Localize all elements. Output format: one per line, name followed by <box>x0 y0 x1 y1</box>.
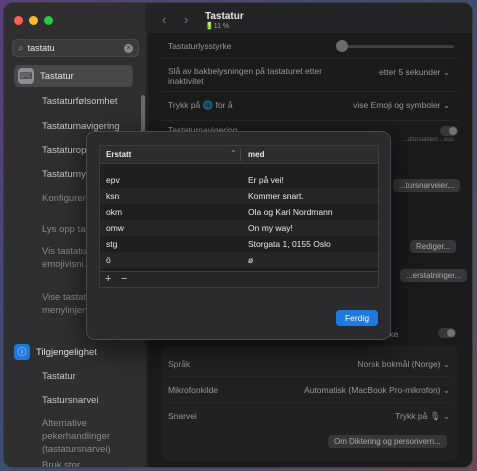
with-cell[interactable]: Storgata 1, 0155 Oslo <box>248 239 331 249</box>
with-cell[interactable]: On my way! <box>248 223 293 233</box>
chevron-right-icon[interactable]: › <box>184 12 188 27</box>
table-row[interactable]: ksn Kommer snart. <box>100 188 378 204</box>
sidebar-subitem[interactable]: Tastursnarvei <box>42 394 142 407</box>
replacement-table: Erstatt ⌃ med epv Er på vei! ksn Kommer sna… <box>99 145 379 288</box>
with-cell[interactable]: Ola og Kari Nordmann <box>248 207 333 217</box>
keyboard-icon: ⌨ <box>18 68 34 84</box>
replace-cell[interactable]: ksn <box>106 191 119 201</box>
sidebar-item-label: Tastatur <box>40 70 74 82</box>
accessibility-icon: ⓘ <box>14 344 30 360</box>
search-input[interactable]: tastatu <box>28 43 120 53</box>
column-header-with[interactable]: med <box>248 150 264 159</box>
done-button[interactable]: Ferdig <box>336 310 378 326</box>
replace-cell[interactable]: omw <box>106 223 124 233</box>
table-row[interactable]: stg Storgata 1, 0155 Oslo <box>100 236 378 252</box>
table-row[interactable]: epv Er på vei! <box>100 172 378 188</box>
sidebar-subitem[interactable]: Tastatur <box>42 370 142 383</box>
with-cell[interactable]: Kommer snart. <box>248 191 304 201</box>
with-cell[interactable]: Er på vei! <box>248 175 284 185</box>
sidebar-subitem[interactable]: Bruk stor <box>42 459 142 467</box>
column-header-replace[interactable]: Erstatt <box>106 150 131 159</box>
search-field[interactable]: ⌕ tastatu × <box>12 39 139 57</box>
with-cell[interactable]: ø <box>248 255 253 265</box>
replace-cell[interactable]: okm <box>106 207 122 217</box>
sidebar-subitem[interactable]: Tastaturfølsomhet <box>42 95 142 108</box>
text-replacement-sheet: Erstatt ⌃ med epv Er på vei! ksn Kommer sna… <box>86 131 391 340</box>
sort-up-icon: ⌃ <box>230 149 237 158</box>
replace-cell[interactable]: ö <box>106 255 111 265</box>
add-entry-button[interactable]: + <box>105 273 111 285</box>
column-separator <box>240 149 241 161</box>
titlebar: ‹ › Tastatur 🔋11 % <box>148 3 472 33</box>
clear-search-icon[interactable]: × <box>124 43 133 53</box>
table-row[interactable]: öø <box>100 252 378 268</box>
chevron-left-icon[interactable]: ‹ <box>162 12 166 27</box>
page-title: Tastatur <box>205 11 244 22</box>
zoom-button[interactable] <box>44 16 53 25</box>
table-row[interactable]: omw On my way! <box>100 220 378 236</box>
sidebar-subitem[interactable]: Alternative pekerhandlinger (tastatursna… <box>42 417 142 456</box>
sidebar-item-tilgjengelighet[interactable]: ⓘ Tilgjengelighet <box>14 344 133 360</box>
sidebar-section-label: Tilgjengelighet <box>36 346 97 358</box>
table-row[interactable]: okm Ola og Kari Nordmann <box>100 204 378 220</box>
replace-cell[interactable]: epv <box>106 175 120 185</box>
table-footer: + − <box>100 271 378 287</box>
remove-entry-button[interactable]: − <box>121 273 127 285</box>
replace-cell[interactable]: stg <box>106 239 117 249</box>
battery-status: 🔋11 % <box>205 23 230 30</box>
close-button[interactable] <box>14 16 23 25</box>
window-controls <box>14 16 53 25</box>
sidebar-item-tastatur[interactable]: ⌨ Tastatur <box>14 65 133 87</box>
minimize-button[interactable] <box>29 16 38 25</box>
search-icon: ⌕ <box>18 42 24 54</box>
table-header: Erstatt ⌃ med <box>100 146 378 164</box>
